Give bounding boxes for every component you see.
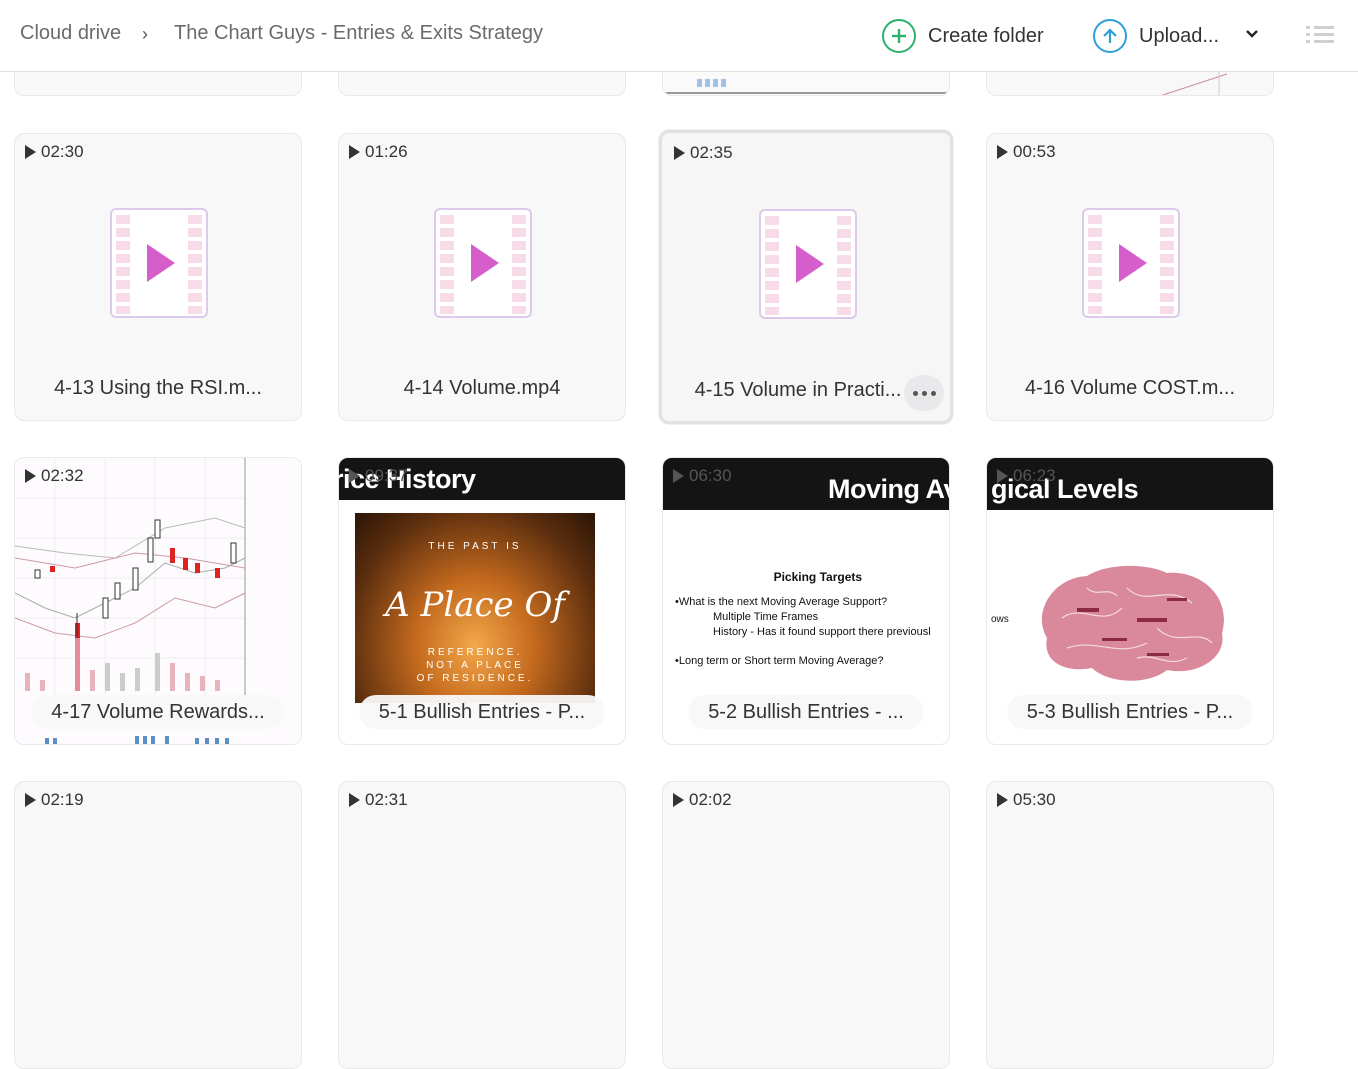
play-icon bbox=[673, 469, 684, 483]
play-icon bbox=[997, 469, 1008, 483]
photo-caption-top: THE PAST IS bbox=[428, 541, 522, 552]
duration-badge: 06:23 bbox=[997, 466, 1056, 486]
slide-line: Multiple Time Frames bbox=[713, 611, 819, 623]
file-card[interactable]: Moving Av Picking Targets •What is the n… bbox=[662, 457, 950, 745]
duration-badge: 02:32 bbox=[25, 466, 84, 486]
breadcrumb-current: The Chart Guys - Entries & Exits Strateg… bbox=[174, 22, 544, 44]
upload-button[interactable]: Upload... bbox=[1093, 18, 1219, 54]
create-folder-button[interactable]: Create folder bbox=[882, 18, 1044, 54]
photo-caption-line: NOT A PLACE bbox=[426, 660, 524, 671]
play-icon bbox=[349, 145, 360, 159]
file-card[interactable]: 05:30 bbox=[986, 781, 1274, 1069]
duration-badge: 01:26 bbox=[349, 142, 408, 162]
slide-title: Moving Av bbox=[828, 474, 950, 504]
file-card[interactable]: gical Levels ows 06:23 5-3 Bullish Entri… bbox=[986, 457, 1274, 745]
file-name: 4-14 Volume.mp4 bbox=[403, 377, 561, 399]
duration-badge: 02:19 bbox=[25, 790, 84, 810]
breadcrumb-root-link[interactable]: Cloud drive bbox=[20, 22, 121, 45]
breadcrumb-separator-icon: › bbox=[142, 24, 148, 44]
create-folder-label: Create folder bbox=[928, 24, 1044, 47]
play-icon bbox=[997, 145, 1008, 159]
play-icon bbox=[349, 793, 360, 807]
upload-label: Upload... bbox=[1139, 24, 1220, 47]
more-options-button[interactable] bbox=[904, 375, 944, 411]
photo-caption-line: REFERENCE. bbox=[427, 647, 523, 658]
slide-side-text: ows bbox=[991, 614, 1009, 625]
video-file-icon bbox=[110, 208, 208, 318]
dot-icon bbox=[930, 390, 936, 396]
file-grid: 02:30 4-13 Using the RSI.m... 01:26 4-14… bbox=[0, 0, 1358, 1069]
play-icon bbox=[25, 793, 36, 807]
photo-caption-line: OF RESIDENCE. bbox=[416, 673, 534, 684]
list-view-icon[interactable] bbox=[1306, 24, 1334, 46]
duration-badge: 02:30 bbox=[25, 142, 84, 162]
file-card[interactable]: rice History THE PAST IS A Place Of REFE… bbox=[338, 457, 626, 745]
chevron-down-icon[interactable] bbox=[1244, 26, 1260, 42]
play-icon bbox=[25, 469, 36, 483]
play-icon bbox=[674, 146, 685, 160]
duration-badge: 06:30 bbox=[673, 466, 732, 486]
duration-badge: 00:53 bbox=[997, 142, 1056, 162]
play-icon bbox=[997, 793, 1008, 807]
play-icon bbox=[349, 469, 360, 483]
file-name: 5-2 Bullish Entries - ... bbox=[663, 695, 949, 729]
dot-icon bbox=[912, 390, 918, 396]
video-file-icon bbox=[759, 209, 857, 319]
duration-badge: 02:35 bbox=[674, 143, 733, 163]
file-name: 5-3 Bullish Entries - P... bbox=[987, 695, 1273, 729]
slide-photo: THE PAST IS A Place Of REFERENCE. NOT A … bbox=[355, 513, 595, 703]
video-file-icon bbox=[434, 208, 532, 318]
duration-badge: 05:30 bbox=[997, 790, 1056, 810]
file-card[interactable]: 00:53 4-16 Volume COST.m... bbox=[986, 133, 1274, 421]
duration-badge: 02:02 bbox=[673, 790, 732, 810]
file-name: 4-13 Using the RSI.m... bbox=[54, 377, 262, 399]
plus-circle-icon bbox=[882, 19, 916, 53]
dot-icon bbox=[921, 390, 927, 396]
video-file-icon bbox=[1082, 208, 1180, 318]
slide-heading: Picking Targets bbox=[773, 570, 863, 584]
duration-badge: 02:31 bbox=[349, 790, 408, 810]
file-name: 4-16 Volume COST.m... bbox=[1024, 377, 1236, 399]
file-card[interactable]: 02:30 4-13 Using the RSI.m... bbox=[14, 133, 302, 421]
file-card[interactable]: 01:26 4-14 Volume.mp4 bbox=[338, 133, 626, 421]
play-icon bbox=[25, 145, 36, 159]
photo-caption-main: A Place Of bbox=[385, 585, 565, 625]
file-name: 4-17 Volume Rewards... bbox=[15, 695, 301, 729]
slide-text: Picking Targets •What is the next Moving… bbox=[675, 570, 931, 669]
slide-line: •What is the next Moving Average Support… bbox=[675, 596, 888, 608]
file-card[interactable]: 02:32 4-17 Volume Rewards... bbox=[14, 457, 302, 745]
file-name: 5-1 Bullish Entries - P... bbox=[339, 695, 625, 729]
brain-word-cloud bbox=[1041, 565, 1224, 681]
file-card-selected[interactable]: 02:35 4-15 Volume in Practi... bbox=[659, 130, 953, 424]
file-card[interactable]: 02:02 bbox=[662, 781, 950, 1069]
file-card[interactable]: 02:31 bbox=[338, 781, 626, 1069]
top-bar: Cloud drive › The Chart Guys - Entries &… bbox=[0, 0, 1358, 72]
slide-line: •Long term or Short term Moving Average? bbox=[675, 655, 884, 667]
play-icon bbox=[673, 793, 684, 807]
slide-line: History - Has it found support there pre… bbox=[713, 626, 931, 638]
file-card[interactable]: 02:19 bbox=[14, 781, 302, 1069]
duration-badge: 09:37 bbox=[349, 466, 408, 486]
upload-arrow-icon bbox=[1093, 19, 1127, 53]
